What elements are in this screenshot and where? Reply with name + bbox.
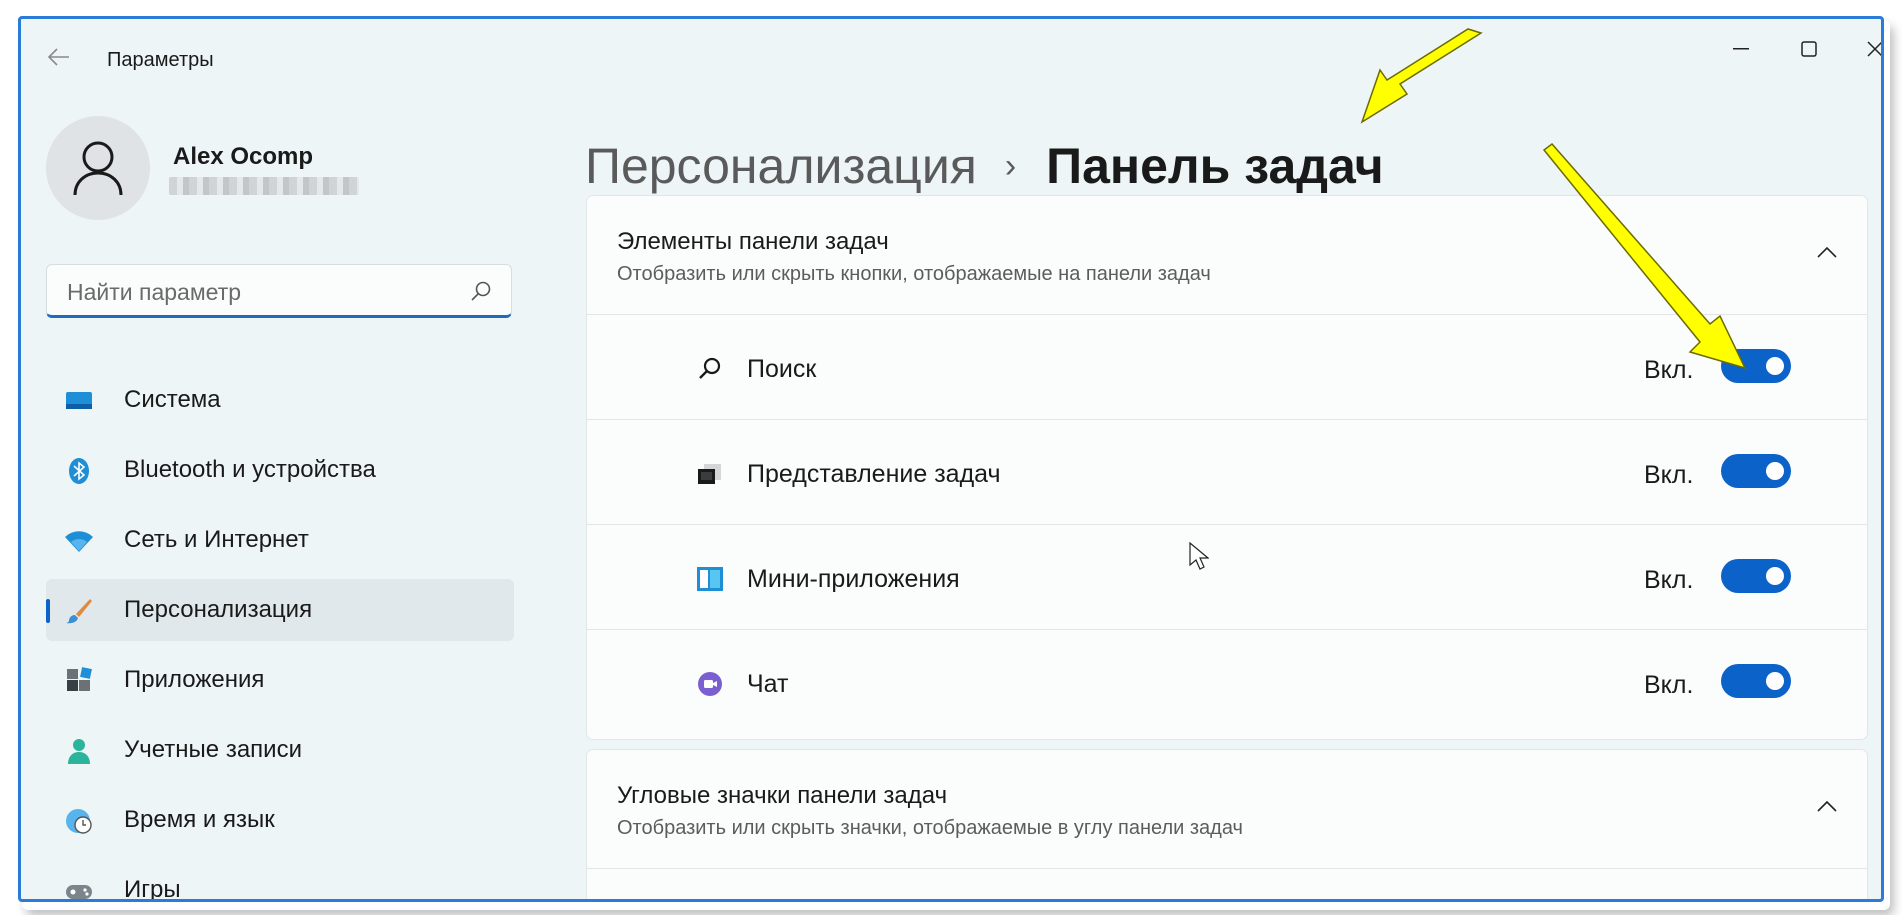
account-icon — [68, 739, 90, 764]
back-button[interactable] — [43, 43, 75, 71]
breadcrumb-parent[interactable]: Персонализация — [585, 137, 977, 195]
sidebar-item-personalization[interactable]: Персонализация — [46, 579, 514, 641]
app-title: Параметры — [107, 49, 214, 71]
sidebar-item-label: Время и язык — [124, 806, 275, 833]
section-title: Элементы панели задач — [617, 228, 889, 255]
taskbar-corner-icons-header[interactable]: Угловые значки панели задач Отобразить и… — [587, 750, 1867, 869]
widgets-icon — [697, 567, 723, 591]
chevron-up-icon[interactable] — [1815, 242, 1839, 262]
minimize-icon — [1733, 48, 1749, 50]
sidebar-item-time-language[interactable]: Время и язык — [46, 789, 514, 851]
taskbar-items-header[interactable]: Элементы панели задач Отобразить или скр… — [587, 196, 1867, 315]
chat-icon — [698, 672, 722, 696]
toggle-state-label: Вкл. — [1644, 671, 1694, 699]
setting-label: Мини-приложения — [747, 565, 960, 593]
brush-icon — [66, 599, 92, 624]
setting-row-widgets: Мини-приложения Вкл. — [587, 525, 1867, 630]
close-button[interactable] — [1855, 33, 1881, 65]
search-icon — [471, 281, 491, 301]
system-icon — [66, 392, 92, 409]
search-icon — [699, 357, 721, 379]
setting-label: Чат — [747, 670, 789, 698]
title-bar: Параметры — [21, 19, 1881, 89]
apps-icon — [67, 667, 92, 691]
settings-search[interactable] — [46, 264, 512, 318]
setting-label: Поиск — [747, 355, 817, 383]
mouse-cursor-icon — [1189, 542, 1209, 570]
clock-globe-icon — [66, 809, 92, 834]
user-name: Alex Ocomp — [173, 143, 314, 170]
sidebar-item-label: Игры — [124, 876, 181, 902]
sidebar-item-network[interactable]: Сеть и Интернет — [46, 509, 514, 571]
taskbar-corner-icons-card: Угловые значки панели задач Отобразить и… — [586, 749, 1868, 899]
maximize-button[interactable] — [1789, 33, 1829, 65]
sidebar-nav: Система Bluetooth и устройства Сеть и Ин… — [46, 369, 514, 902]
sidebar-item-apps[interactable]: Приложения — [46, 649, 514, 711]
sidebar-item-system[interactable]: Система — [46, 369, 514, 431]
section-subtitle: Отобразить или скрыть кнопки, отображаем… — [617, 263, 1211, 285]
sidebar-item-label: Bluetooth и устройства — [124, 456, 376, 483]
section-subtitle: Отобразить или скрыть значки, отображаем… — [617, 817, 1243, 839]
sidebar-item-label: Учетные записи — [124, 736, 302, 763]
maximize-icon — [1801, 41, 1817, 57]
breadcrumb: Персонализация › Панель задач — [585, 137, 1384, 195]
taskbar-items-card: Элементы панели задач Отобразить или скр… — [586, 195, 1868, 740]
chat-toggle[interactable] — [1721, 664, 1791, 698]
search-toggle[interactable] — [1721, 349, 1791, 383]
chevron-up-icon[interactable] — [1815, 796, 1839, 816]
section-title: Угловые значки панели задач — [617, 782, 948, 809]
setting-row-chat: Чат Вкл. — [587, 630, 1867, 734]
toggle-state-label: Вкл. — [1644, 566, 1694, 594]
gamepad-icon — [66, 885, 92, 899]
sidebar-item-gaming[interactable]: Игры — [46, 859, 514, 902]
widgets-toggle[interactable] — [1721, 559, 1791, 593]
setting-label: Представление задач — [747, 460, 1001, 488]
sidebar-item-label: Сеть и Интернет — [124, 526, 309, 553]
close-icon — [1867, 41, 1881, 57]
breadcrumb-separator: › — [1004, 146, 1017, 185]
settings-window: Параметры Alex Ocomp Система Bluetooth и… — [18, 16, 1884, 902]
toggle-state-label: Вкл. — [1644, 356, 1694, 384]
minimize-button[interactable] — [1721, 33, 1761, 65]
task-view-icon — [698, 464, 721, 484]
bluetooth-icon — [69, 458, 89, 484]
toggle-state-label: Вкл. — [1644, 461, 1694, 489]
sidebar-item-label: Персонализация — [124, 596, 313, 623]
sidebar-item-label: Приложения — [124, 666, 265, 693]
back-arrow-icon — [48, 48, 69, 66]
search-input[interactable] — [65, 279, 459, 305]
sidebar-item-label: Система — [124, 386, 221, 413]
task-view-toggle[interactable] — [1721, 454, 1791, 488]
setting-row-task-view: Представление задач Вкл. — [587, 420, 1867, 525]
person-icon — [73, 141, 123, 196]
page-title: Панель задач — [1046, 138, 1384, 194]
avatar[interactable] — [46, 116, 150, 220]
user-email-blurred — [169, 177, 359, 195]
sidebar-item-accounts[interactable]: Учетные записи — [46, 719, 514, 781]
sidebar-item-bluetooth[interactable]: Bluetooth и устройства — [46, 439, 514, 501]
wifi-icon — [65, 531, 93, 552]
setting-row-search: Поиск Вкл. — [587, 315, 1867, 420]
